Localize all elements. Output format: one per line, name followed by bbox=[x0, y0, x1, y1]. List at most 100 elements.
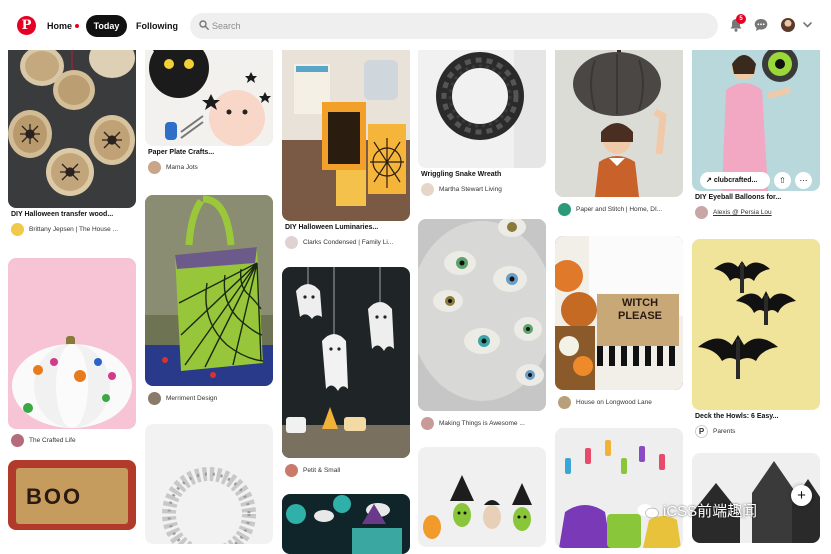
search-bar[interactable] bbox=[190, 13, 718, 39]
pin-image-witch-please-doormat[interactable]: WITCH PLEASE bbox=[555, 236, 683, 390]
pin-card[interactable]: Merriment Design bbox=[145, 195, 273, 406]
pin-image-wreath[interactable] bbox=[145, 424, 273, 544]
pin-card[interactable] bbox=[282, 494, 410, 554]
chevron-down-icon[interactable] bbox=[803, 21, 812, 29]
spoon-monsters-artwork bbox=[423, 475, 532, 539]
share-icon[interactable]: ⇧ bbox=[774, 172, 791, 189]
pin-card[interactable]: Wriggling Snake Wreath Martha Stewart Li… bbox=[418, 50, 546, 197]
pin-card[interactable]: Paper Plate Crafts... Mama Jots bbox=[145, 50, 273, 175]
pin-card[interactable]: Making Things is Awesome ... bbox=[418, 219, 546, 431]
pin-source[interactable]: House on Longwood Lane bbox=[555, 394, 683, 410]
source-avatar bbox=[148, 391, 161, 405]
pin-source-name: House on Longwood Lane bbox=[576, 398, 652, 406]
boo-text: BOO bbox=[26, 484, 83, 509]
ghosts-artwork bbox=[282, 267, 410, 458]
pumpkin-artwork bbox=[12, 336, 132, 428]
watermark: iCSS前端趣闻 bbox=[637, 500, 757, 521]
pin-title[interactable]: Paper Plate Crafts... bbox=[145, 146, 273, 159]
user-avatar[interactable] bbox=[781, 18, 795, 32]
pin-image-white-pumpkin[interactable] bbox=[8, 258, 136, 429]
pin-image-spoon-monsters[interactable] bbox=[418, 447, 546, 547]
pin-column-1: DIY Halloween transfer wood... Brittany … bbox=[8, 50, 136, 530]
pin-image-hanging-ghosts[interactable] bbox=[282, 267, 410, 458]
watermark-text: iCSS前端趣闻 bbox=[663, 503, 758, 520]
pin-image-clothespin-bats[interactable] bbox=[692, 239, 820, 410]
source-avatar bbox=[695, 205, 708, 219]
pin-card[interactable]: ↗ clubcrafted... ⇧ ⋯ DIY Eyeball Balloon… bbox=[692, 50, 820, 220]
pin-image-spider-wood-slices[interactable] bbox=[8, 50, 136, 208]
pin-source[interactable]: P Parents bbox=[692, 423, 820, 439]
pumpkin-hat-artwork bbox=[573, 50, 667, 197]
pin-source[interactable]: The Crafted Life bbox=[8, 432, 136, 448]
pin-source[interactable]: Brittany Jepsen | The House ... bbox=[8, 221, 136, 237]
pin-title[interactable]: Deck the Howls: 6 Easy... bbox=[692, 410, 820, 423]
pin-column-4: Wriggling Snake Wreath Martha Stewart Li… bbox=[418, 50, 546, 547]
pin-card[interactable]: DIY Halloween transfer wood... Brittany … bbox=[8, 50, 136, 237]
pin-image-pumpkin-hat[interactable] bbox=[555, 50, 683, 197]
pin-image-candy-cups[interactable] bbox=[555, 428, 683, 548]
pin-source[interactable]: Merriment Design bbox=[145, 390, 273, 406]
pin-source-name: Paper and Stitch | Home, DI... bbox=[576, 205, 663, 213]
pin-column-5: Paper and Stitch | Home, DI... WITCH PLE… bbox=[555, 50, 683, 548]
nav-home[interactable]: Home bbox=[47, 15, 80, 37]
pin-card[interactable] bbox=[145, 424, 273, 544]
pin-card[interactable]: Petit & Small bbox=[282, 267, 410, 478]
snake-wreath-artwork bbox=[436, 50, 546, 168]
pin-source-name: Mama Jots bbox=[166, 163, 198, 171]
search-input[interactable] bbox=[212, 13, 692, 39]
pin-image-spiderweb-bag[interactable] bbox=[145, 195, 273, 386]
source-avatar: P bbox=[695, 424, 708, 438]
pin-card[interactable]: Deck the Howls: 6 Easy... P Parents bbox=[692, 239, 820, 439]
notification-badge: 5 bbox=[736, 14, 746, 24]
pin-image-mice-party[interactable] bbox=[282, 494, 410, 554]
pin-source[interactable]: Making Things is Awesome ... bbox=[418, 415, 546, 431]
pin-image-boo-doormat[interactable]: BOO bbox=[8, 460, 136, 530]
pin-source[interactable]: Alexis @ Persia Lou bbox=[692, 204, 820, 220]
witch-please-text: WITCH PLEASE bbox=[617, 297, 662, 322]
mice-artwork bbox=[286, 495, 402, 554]
source-avatar bbox=[558, 202, 571, 216]
pin-source[interactable]: Mama Jots bbox=[145, 159, 273, 175]
pin-card[interactable]: The Crafted Life bbox=[8, 258, 136, 448]
source-avatar bbox=[148, 160, 161, 174]
pin-card[interactable] bbox=[555, 428, 683, 548]
candy-artwork bbox=[559, 440, 681, 548]
source-avatar bbox=[421, 182, 434, 196]
pin-image-snake-wreath[interactable] bbox=[418, 50, 546, 168]
pin-source-name: Brittany Jepsen | The House ... bbox=[29, 225, 119, 233]
pinterest-logo[interactable]: P bbox=[17, 16, 36, 35]
pin-image-eyeball-balloons[interactable]: ↗ clubcrafted... ⇧ ⋯ bbox=[692, 50, 820, 191]
eyeballs-artwork bbox=[418, 219, 546, 411]
chat-icon[interactable] bbox=[753, 17, 769, 33]
pin-card[interactable]: DIY Halloween Luminaries... Clarks Conde… bbox=[282, 50, 410, 250]
pin-card[interactable]: BOO bbox=[8, 460, 136, 530]
pin-title[interactable]: DIY Eyeball Balloons for... bbox=[692, 191, 820, 204]
source-avatar bbox=[285, 235, 298, 249]
pin-source[interactable]: Petit & Small bbox=[282, 462, 410, 478]
nav-home-label: Home bbox=[47, 21, 73, 31]
more-options-icon[interactable]: ⋯ bbox=[795, 172, 812, 189]
luminaries-artwork bbox=[282, 50, 410, 206]
pin-image-eyeball-eggs[interactable] bbox=[418, 219, 546, 411]
pin-card[interactable] bbox=[418, 447, 546, 547]
pin-card[interactable]: WITCH PLEASE House on Longwood Lane bbox=[555, 236, 683, 410]
pin-image-luminaries[interactable] bbox=[282, 50, 410, 221]
pin-source-name: Merriment Design bbox=[166, 394, 218, 402]
pin-source[interactable]: Paper and Stitch | Home, DI... bbox=[555, 201, 683, 217]
paper-plate-artwork bbox=[149, 50, 271, 146]
wood-slice-artwork bbox=[8, 50, 135, 196]
source-link-pill[interactable]: ↗ clubcrafted... bbox=[700, 172, 770, 189]
add-button[interactable]: + bbox=[791, 485, 812, 506]
source-avatar bbox=[285, 463, 298, 477]
pin-title[interactable]: DIY Halloween Luminaries... bbox=[282, 221, 410, 234]
bats-artwork bbox=[692, 239, 820, 410]
nav-today[interactable]: Today bbox=[86, 15, 127, 37]
home-new-dot bbox=[75, 23, 80, 28]
pin-title[interactable]: DIY Halloween transfer wood... bbox=[8, 208, 136, 221]
pin-title[interactable]: Wriggling Snake Wreath bbox=[418, 168, 546, 181]
pin-image-paper-plate-crafts[interactable] bbox=[145, 50, 273, 146]
pin-card[interactable]: Paper and Stitch | Home, DI... bbox=[555, 50, 683, 217]
pin-source[interactable]: Martha Stewart Living bbox=[418, 181, 546, 197]
pin-source[interactable]: Clarks Condensed | Family Li... bbox=[282, 234, 410, 250]
nav-following[interactable]: Following bbox=[136, 15, 178, 37]
